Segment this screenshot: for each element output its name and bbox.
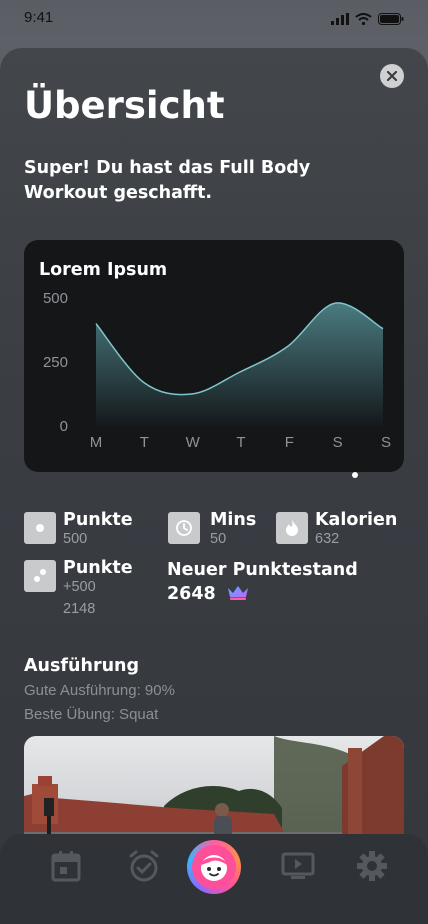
crown-icon (227, 586, 248, 600)
tab-alarm[interactable] (126, 848, 162, 884)
chart-x-tick-label: F (285, 434, 294, 451)
wifi-icon (355, 13, 372, 25)
chart-card: Lorem Ipsum 500 250 0 M T W T F S S (24, 240, 404, 472)
flame-icon (276, 512, 308, 544)
stat-label-points: Punkte (63, 510, 133, 530)
tab-calendar[interactable] (48, 848, 84, 884)
chart-x-tick-label: S (333, 434, 343, 451)
new-score-row: 2648 (167, 584, 250, 604)
chart-y-tick-label: 500 (43, 290, 68, 307)
chart-x-tick-label: T (236, 434, 245, 451)
chart-x-tick-label: T (140, 434, 149, 451)
battery-icon (378, 13, 404, 25)
chart-x-tick-label: S (381, 434, 391, 451)
workout-photo[interactable] (24, 736, 404, 846)
new-score-value: 2648 (167, 584, 216, 604)
signal-icon (331, 13, 349, 25)
pager-dot (352, 472, 358, 478)
execution-quality: Gute Ausführung: 90% (24, 682, 175, 699)
new-score-label: Neuer Punktestand (167, 560, 358, 580)
execution-best-exercise: Beste Übung: Squat (24, 706, 159, 723)
calendar-icon (51, 851, 81, 882)
gear-icon (357, 851, 387, 881)
execution-title: Ausführung (24, 656, 140, 676)
circle-dot-icon (24, 512, 56, 544)
status-icons (331, 13, 404, 25)
dots-icon (24, 560, 56, 592)
chart-y-tick-label: 0 (60, 418, 68, 435)
stat-value-points-total: 2148 (63, 601, 96, 617)
tab-avatar[interactable] (187, 840, 241, 894)
status-time: 9:41 (24, 9, 54, 26)
play-screen-icon (281, 852, 315, 879)
stat-value-points: 500 (63, 531, 88, 547)
clock-icon (168, 512, 200, 544)
chart-x-tick-label: M (90, 434, 103, 451)
chart-y-tick-label: 250 (43, 354, 68, 371)
close-button[interactable] (380, 64, 404, 88)
tab-bar (0, 834, 428, 924)
chart-area (96, 302, 383, 426)
stat-value-mins: 50 (210, 531, 227, 547)
stat-label-points-2: Punkte (63, 558, 133, 578)
alarm-check-icon (129, 850, 159, 882)
workout-photo-scene (24, 736, 404, 846)
stat-value-points-delta: +500 (63, 579, 96, 595)
summary-sheet: Übersicht Super! Du hast das Full Body W… (0, 48, 428, 924)
tab-video[interactable] (280, 848, 316, 884)
stat-label-calories: Kalorien (315, 510, 398, 530)
stat-value-calories: 632 (315, 531, 340, 547)
close-icon (387, 71, 397, 81)
status-bar: 9:41 (0, 0, 428, 40)
tab-settings[interactable] (354, 848, 390, 884)
subtitle: Super! Du hast das Full Body Workout ges… (24, 158, 311, 203)
stat-label-mins: Mins (210, 510, 257, 530)
chart-x-tick-label: W (186, 434, 201, 451)
chart-plot: 500 250 0 M T W T F S S (43, 290, 391, 451)
page-title: Übersicht (24, 84, 225, 127)
face-icon (192, 845, 236, 889)
